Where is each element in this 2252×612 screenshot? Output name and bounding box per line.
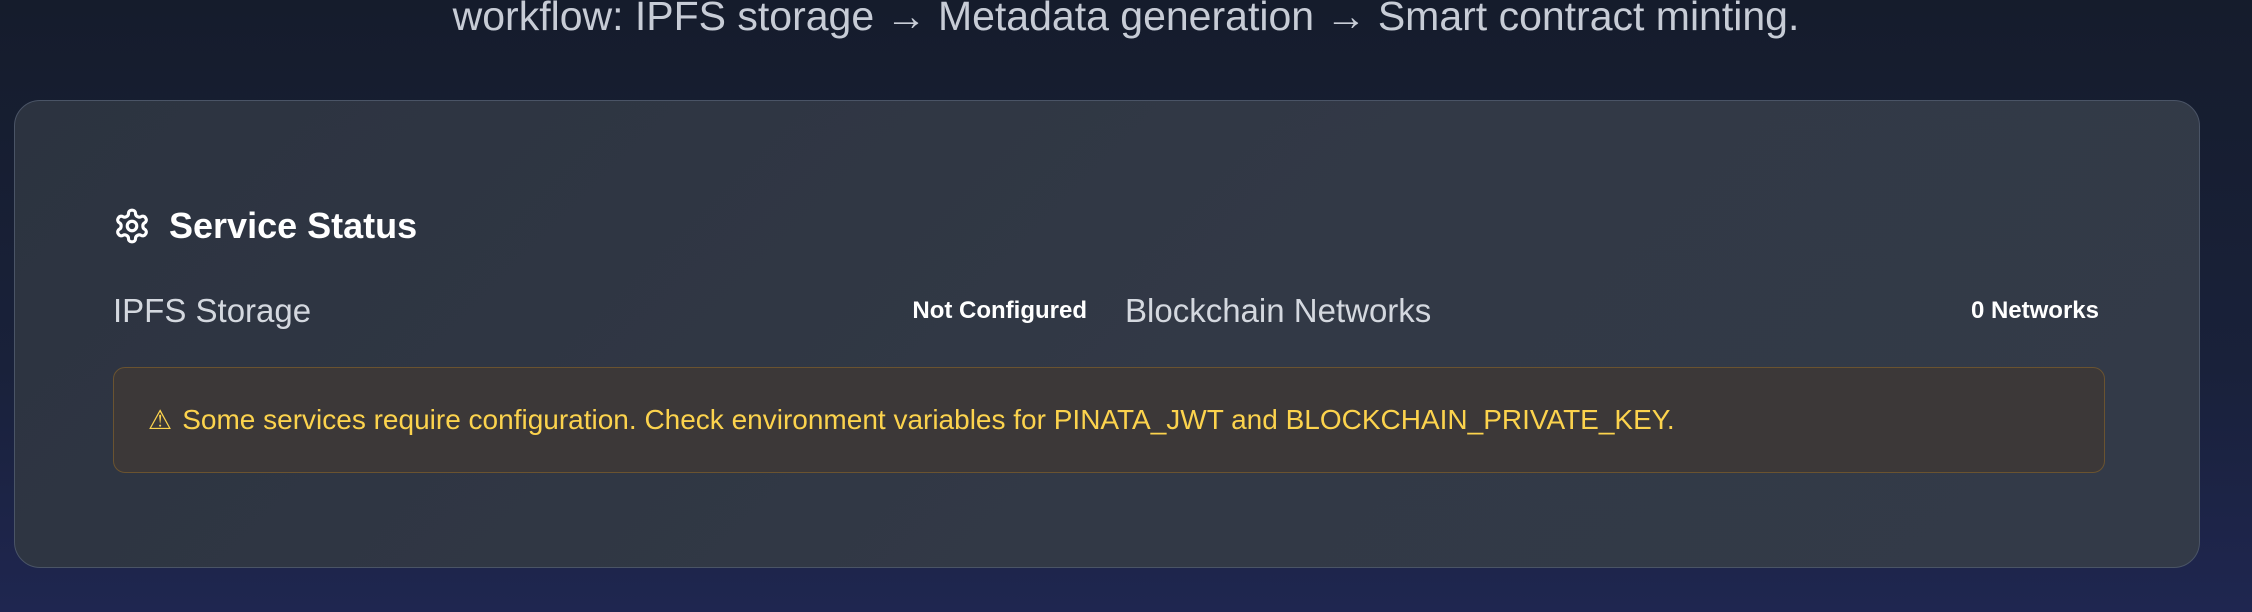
blockchain-networks-count: 0 Networks xyxy=(1970,297,2099,324)
page-subtitle: workflow: IPFS storage → Metadata genera… xyxy=(452,0,1800,39)
ipfs-storage-label: IPFS Storage xyxy=(113,292,312,329)
service-status-title: Service Status xyxy=(169,205,418,246)
gear-icon xyxy=(113,207,151,245)
ipfs-storage-row: IPFS Storage Not Configured xyxy=(113,287,1087,335)
configuration-warning: ⚠ Some services require configuration. C… xyxy=(113,367,2105,473)
warning-icon: ⚠ xyxy=(148,405,173,435)
ipfs-storage-status: Not Configured xyxy=(912,297,1087,324)
blockchain-networks-row: Blockchain Networks 0 Networks xyxy=(1125,287,2099,335)
warning-message: Some services require configuration. Che… xyxy=(182,404,1675,435)
service-status-card: Service Status IPFS Storage Not Configur… xyxy=(14,100,2200,568)
blockchain-networks-label: Blockchain Networks xyxy=(1125,292,1432,329)
service-status-header: Service Status xyxy=(113,201,417,251)
